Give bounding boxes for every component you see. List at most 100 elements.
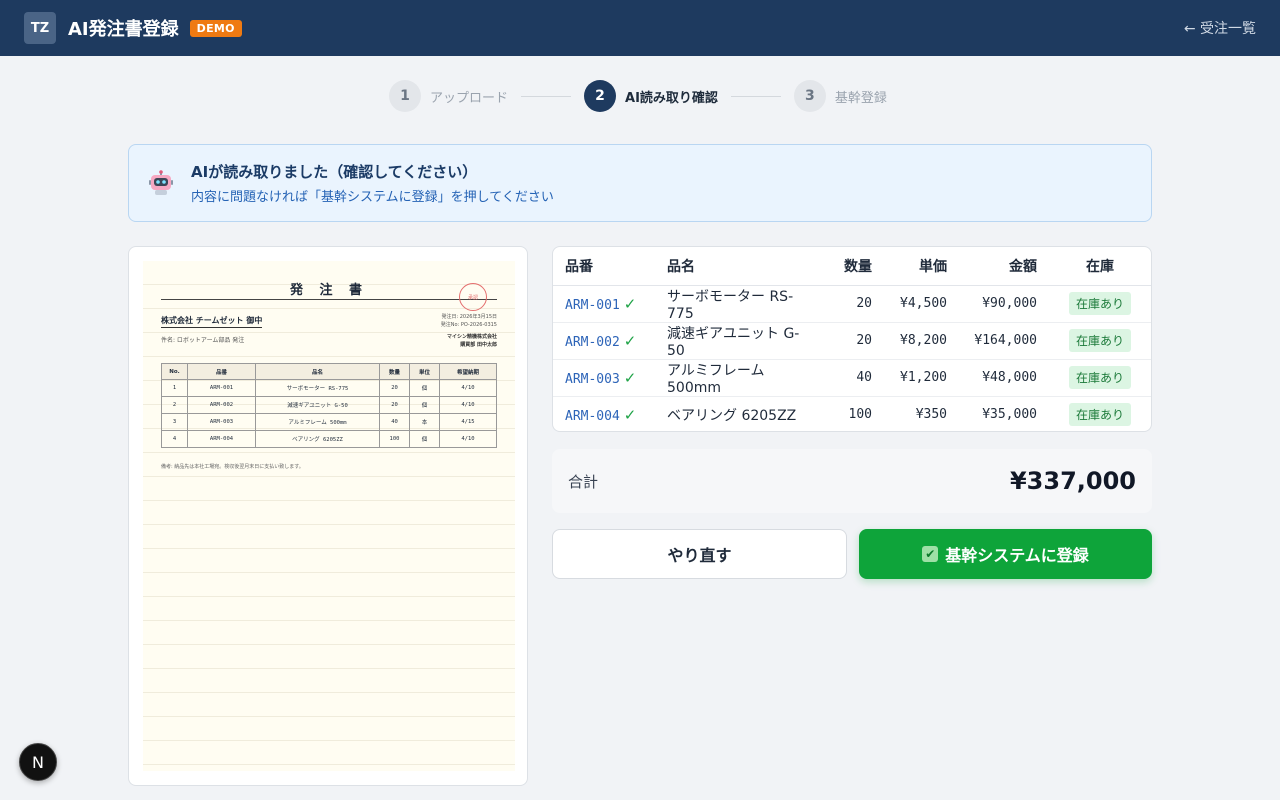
extracted-items-table: 品番 品名 数量 単価 金額 在庫 ARM-001 ✓ サーボモーター RS-77…	[553, 247, 1151, 431]
doc-cell: 個	[409, 430, 440, 448]
purchase-order-preview[interactable]: 発 注 書 承認 株式会社 チームゼット 御中 発注日: 2026年3月15日 …	[128, 246, 528, 786]
stock-badge: 在庫あり	[1068, 292, 1131, 315]
stock-badge: 在庫あり	[1068, 329, 1131, 352]
item-code-cell: ARM-002 ✓	[553, 322, 655, 360]
doc-cell: 100	[379, 430, 410, 448]
retry-button[interactable]: やり直す	[552, 529, 847, 579]
doc-cell: 20	[379, 379, 410, 397]
step-ai-confirm: 2 AI読み取り確認	[584, 80, 718, 112]
item-name: アルミフレーム 500mm	[655, 359, 823, 397]
item-name: サーボモーター RS-775	[655, 285, 823, 323]
doc-cell: 40	[379, 413, 410, 431]
doc-cell: 3	[161, 413, 188, 431]
doc-table-row: 2 ARM-002 減速ギアユニット G-50 20 個 4/10	[161, 396, 497, 414]
doc-cell: 2	[161, 396, 188, 414]
doc-cell: サーボモーター RS-775	[255, 379, 380, 397]
app-logo: TZ	[24, 12, 56, 44]
table-row: ARM-004 ✓ ベアリング 6205ZZ 100 ¥350 ¥35,000 在…	[553, 396, 1151, 431]
table-row: ARM-002 ✓ 減速ギアユニット G-50 20 ¥8,200 ¥164,00…	[553, 322, 1151, 360]
doc-cell: 減速ギアユニット G-50	[255, 396, 380, 414]
item-qty: 20	[823, 285, 884, 323]
item-code-cell: ARM-004 ✓	[553, 396, 655, 431]
doc-cell: 4/10	[439, 379, 497, 397]
col-header-code: 品番	[553, 247, 655, 286]
item-unit-price: ¥1,200	[884, 359, 959, 397]
col-header-unit-price: 単価	[884, 247, 959, 286]
extracted-items-card: 品番 品名 数量 単価 金額 在庫 ARM-001 ✓ サーボモーター RS-77…	[552, 246, 1152, 432]
item-qty: 40	[823, 359, 884, 397]
total-value: ¥337,000	[1009, 467, 1136, 495]
nextjs-dev-indicator-button[interactable]: N	[19, 743, 57, 781]
doc-cell: 20	[379, 396, 410, 414]
step-number: 3	[793, 80, 826, 112]
verified-check-icon: ✓	[623, 331, 637, 350]
app-title: AI発注書登録	[68, 19, 179, 40]
stock-badge: 在庫あり	[1068, 403, 1131, 427]
item-qty: 20	[823, 322, 884, 360]
item-code: ARM-001	[565, 297, 620, 313]
doc-table-row: 3 ARM-003 アルミフレーム 500mm 40 本 4/15	[161, 413, 497, 431]
doc-table-row: 4 ARM-004 ベアリング 6205ZZ 100 個 4/10	[161, 430, 497, 448]
back-to-orders-link[interactable]: ← 受注一覧	[1184, 18, 1256, 38]
doc-col-header: 数量	[379, 363, 410, 380]
doc-sender: マイシン精機株式会社 購買部 田中太郎	[355, 333, 497, 349]
step-number: 2	[584, 80, 617, 112]
sender-company: マイシン精機株式会社	[446, 334, 497, 340]
items-table-header: 品番 品名 数量 単価 金額 在庫	[553, 247, 1151, 286]
doc-subject: 件名: ロボットアーム部品 発注	[161, 337, 245, 344]
doc-date: 発注日: 2026年3月15日	[441, 314, 497, 320]
doc-recipient: 株式会社 チームゼット 御中	[161, 315, 263, 328]
doc-cell: 4/10	[439, 396, 497, 414]
doc-cell: 4/10	[439, 430, 497, 448]
step-connector	[521, 95, 572, 97]
item-name: ベアリング 6205ZZ	[667, 407, 797, 424]
ai-read-notice: AIが読み取りました（確認してください） 内容に問題なければ「基幹システムに登録…	[128, 144, 1152, 222]
item-amount: ¥35,000	[982, 407, 1037, 423]
doc-col-header: 品名	[255, 363, 380, 380]
progress-stepper: 1 アップロード 2 AI読み取り確認 3 基幹登録	[389, 80, 887, 112]
item-name: 減速ギアユニット G-50	[655, 322, 823, 360]
stock-badge: 在庫あり	[1068, 366, 1131, 389]
item-amount: ¥90,000	[959, 285, 1049, 323]
step-upload: 1 アップロード	[389, 80, 508, 112]
doc-cell: アルミフレーム 500mm	[255, 413, 380, 431]
scanned-document: 発 注 書 承認 株式会社 チームゼット 御中 発注日: 2026年3月15日 …	[143, 261, 515, 771]
table-row: ARM-001 ✓ サーボモーター RS-775 20 ¥4,500 ¥90,00…	[553, 285, 1151, 323]
doc-cell: 個	[409, 379, 440, 397]
checkbox-icon: ✔	[922, 546, 939, 562]
total-label: 合計	[568, 472, 599, 491]
doc-cell: ARM-003	[187, 413, 256, 431]
item-stock-cell: 在庫あり	[1049, 285, 1151, 323]
doc-cell: 1	[161, 379, 188, 397]
item-amount: ¥164,000	[959, 322, 1049, 360]
demo-badge: DEMO	[189, 19, 242, 37]
register-button-label: 基幹システムに登録	[945, 546, 1089, 565]
doc-col-header: 希望納期	[439, 363, 497, 380]
verified-check-icon: ✓	[623, 368, 637, 387]
item-unit-price: ¥8,200	[884, 322, 959, 360]
doc-note: 備考: 納品先は本社工場宛。検収後翌月末日に支払い致します。	[161, 464, 304, 470]
doc-col-header: No.	[161, 363, 188, 380]
item-stock-cell: 在庫あり	[1049, 359, 1151, 397]
doc-cell: 4/15	[439, 413, 497, 431]
col-header-amount: 金額	[959, 247, 1049, 286]
step-label: 基幹登録	[834, 90, 887, 106]
total-summary: 合計 ¥337,000	[552, 449, 1152, 513]
item-unit-price: ¥4,500	[884, 285, 959, 323]
step-label: AI読み取り確認	[625, 90, 718, 106]
doc-items-table: No. 品番 品名 数量 単位 希望納期 1 ARM-001 サーボモーター R…	[161, 363, 497, 448]
item-stock-cell: 在庫あり	[1049, 396, 1151, 431]
doc-cell: ARM-004	[187, 430, 256, 448]
approval-seal: 承認	[459, 283, 487, 311]
step-connector	[730, 95, 781, 97]
register-to-core-system-button[interactable]: ✔ 基幹システムに登録	[859, 529, 1152, 579]
notice-subtitle: 内容に問題なければ「基幹システムに登録」を押してください	[191, 190, 554, 205]
item-code: ARM-002	[565, 334, 620, 350]
doc-col-header: 単位	[409, 363, 440, 380]
doc-cell: ARM-001	[187, 379, 256, 397]
step-number: 1	[389, 80, 421, 112]
doc-cell: ベアリング 6205ZZ	[255, 430, 380, 448]
item-code: ARM-004	[565, 408, 620, 424]
item-stock-cell: 在庫あり	[1049, 322, 1151, 360]
verified-check-icon: ✓	[623, 294, 637, 313]
